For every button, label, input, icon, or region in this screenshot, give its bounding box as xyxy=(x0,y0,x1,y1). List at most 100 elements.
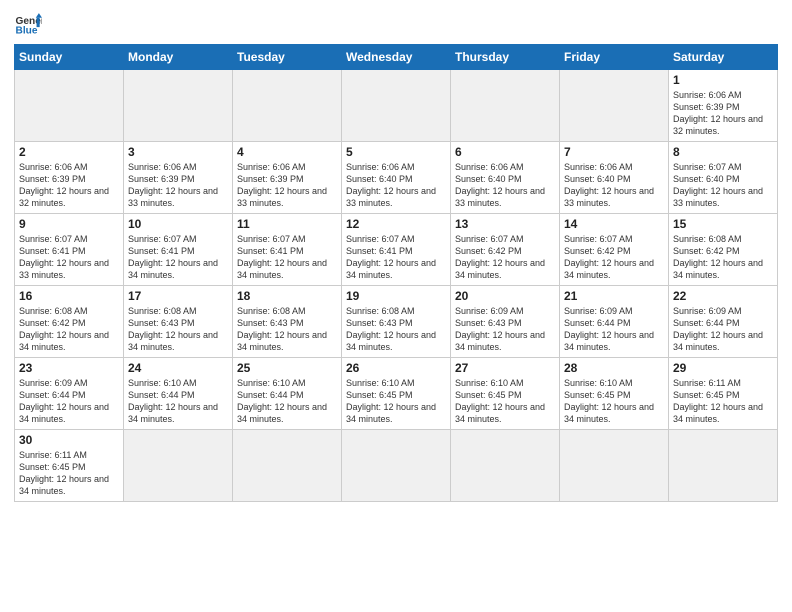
day-info: Sunrise: 6:10 AMSunset: 6:44 PMDaylight:… xyxy=(237,377,337,426)
day-info: Sunrise: 6:08 AMSunset: 6:43 PMDaylight:… xyxy=(346,305,446,354)
day-info: Sunrise: 6:08 AMSunset: 6:42 PMDaylight:… xyxy=(19,305,119,354)
day-number: 12 xyxy=(346,217,446,231)
day-info: Sunrise: 6:07 AMSunset: 6:41 PMDaylight:… xyxy=(19,233,119,282)
day-number: 6 xyxy=(455,145,555,159)
calendar-cell: 21 Sunrise: 6:09 AMSunset: 6:44 PMDayligh… xyxy=(560,286,669,358)
calendar-cell: 9 Sunrise: 6:07 AMSunset: 6:41 PMDaylight… xyxy=(15,214,124,286)
calendar-cell: 10 Sunrise: 6:07 AMSunset: 6:41 PMDayligh… xyxy=(124,214,233,286)
calendar-cell xyxy=(451,70,560,142)
day-number: 30 xyxy=(19,433,119,447)
day-number: 24 xyxy=(128,361,228,375)
col-header-saturday: Saturday xyxy=(669,45,778,70)
logo: General Blue xyxy=(14,10,46,38)
calendar-cell xyxy=(15,70,124,142)
day-info: Sunrise: 6:08 AMSunset: 6:42 PMDaylight:… xyxy=(673,233,773,282)
col-header-wednesday: Wednesday xyxy=(342,45,451,70)
day-number: 28 xyxy=(564,361,664,375)
day-number: 16 xyxy=(19,289,119,303)
calendar-cell: 19 Sunrise: 6:08 AMSunset: 6:43 PMDayligh… xyxy=(342,286,451,358)
col-header-sunday: Sunday xyxy=(15,45,124,70)
logo-icon: General Blue xyxy=(14,10,42,38)
calendar-cell: 14 Sunrise: 6:07 AMSunset: 6:42 PMDayligh… xyxy=(560,214,669,286)
day-info: Sunrise: 6:09 AMSunset: 6:44 PMDaylight:… xyxy=(19,377,119,426)
calendar-cell xyxy=(233,70,342,142)
day-number: 14 xyxy=(564,217,664,231)
calendar-cell: 6 Sunrise: 6:06 AMSunset: 6:40 PMDaylight… xyxy=(451,142,560,214)
day-info: Sunrise: 6:06 AMSunset: 6:40 PMDaylight:… xyxy=(346,161,446,210)
day-number: 4 xyxy=(237,145,337,159)
day-number: 21 xyxy=(564,289,664,303)
day-info: Sunrise: 6:08 AMSunset: 6:43 PMDaylight:… xyxy=(237,305,337,354)
calendar-cell: 3 Sunrise: 6:06 AMSunset: 6:39 PMDaylight… xyxy=(124,142,233,214)
day-number: 3 xyxy=(128,145,228,159)
calendar-cell: 11Sunrise: 6:07 AMSunset: 6:41 PMDayligh… xyxy=(233,214,342,286)
calendar-week-1: 2 Sunrise: 6:06 AMSunset: 6:39 PMDaylight… xyxy=(15,142,778,214)
day-number: 27 xyxy=(455,361,555,375)
day-info: Sunrise: 6:07 AMSunset: 6:40 PMDaylight:… xyxy=(673,161,773,210)
calendar-week-0: 1Sunrise: 6:06 AMSunset: 6:39 PMDaylight… xyxy=(15,70,778,142)
calendar-page: General Blue SundayMondayTuesdayWednesda… xyxy=(0,0,792,612)
day-info: Sunrise: 6:09 AMSunset: 6:44 PMDaylight:… xyxy=(564,305,664,354)
day-number: 1 xyxy=(673,73,773,87)
calendar-cell: 25 Sunrise: 6:10 AMSunset: 6:44 PMDayligh… xyxy=(233,358,342,430)
day-info: Sunrise: 6:09 AMSunset: 6:44 PMDaylight:… xyxy=(673,305,773,354)
day-info: Sunrise: 6:10 AMSunset: 6:45 PMDaylight:… xyxy=(455,377,555,426)
calendar-cell: 8 Sunrise: 6:07 AMSunset: 6:40 PMDaylight… xyxy=(669,142,778,214)
day-number: 5 xyxy=(346,145,446,159)
header: General Blue xyxy=(14,10,778,38)
day-number: 8 xyxy=(673,145,773,159)
day-info: Sunrise: 6:06 AMSunset: 6:40 PMDaylight:… xyxy=(455,161,555,210)
day-number: 10 xyxy=(128,217,228,231)
day-info: Sunrise: 6:07 AMSunset: 6:41 PMDaylight:… xyxy=(346,233,446,282)
day-info: Sunrise: 6:11 AMSunset: 6:45 PMDaylight:… xyxy=(673,377,773,426)
day-info: Sunrise: 6:11 AMSunset: 6:45 PMDaylight:… xyxy=(19,449,119,498)
day-number: 25 xyxy=(237,361,337,375)
calendar-cell: 2 Sunrise: 6:06 AMSunset: 6:39 PMDaylight… xyxy=(15,142,124,214)
calendar-table: SundayMondayTuesdayWednesdayThursdayFrid… xyxy=(14,44,778,502)
day-number: 15 xyxy=(673,217,773,231)
day-info: Sunrise: 6:06 AMSunset: 6:39 PMDaylight:… xyxy=(19,161,119,210)
day-info: Sunrise: 6:10 AMSunset: 6:45 PMDaylight:… xyxy=(564,377,664,426)
calendar-cell xyxy=(233,430,342,502)
day-info: Sunrise: 6:07 AMSunset: 6:42 PMDaylight:… xyxy=(455,233,555,282)
day-info: Sunrise: 6:10 AMSunset: 6:45 PMDaylight:… xyxy=(346,377,446,426)
calendar-cell: 28 Sunrise: 6:10 AMSunset: 6:45 PMDayligh… xyxy=(560,358,669,430)
header-row: SundayMondayTuesdayWednesdayThursdayFrid… xyxy=(15,45,778,70)
day-number: 26 xyxy=(346,361,446,375)
calendar-cell: 16 Sunrise: 6:08 AMSunset: 6:42 PMDayligh… xyxy=(15,286,124,358)
calendar-cell: 12 Sunrise: 6:07 AMSunset: 6:41 PMDayligh… xyxy=(342,214,451,286)
calendar-cell: 26 Sunrise: 6:10 AMSunset: 6:45 PMDayligh… xyxy=(342,358,451,430)
col-header-monday: Monday xyxy=(124,45,233,70)
calendar-cell xyxy=(451,430,560,502)
day-number: 9 xyxy=(19,217,119,231)
day-info: Sunrise: 6:07 AMSunset: 6:42 PMDaylight:… xyxy=(564,233,664,282)
day-number: 2 xyxy=(19,145,119,159)
calendar-week-2: 9 Sunrise: 6:07 AMSunset: 6:41 PMDaylight… xyxy=(15,214,778,286)
calendar-cell: 15 Sunrise: 6:08 AMSunset: 6:42 PMDayligh… xyxy=(669,214,778,286)
col-header-tuesday: Tuesday xyxy=(233,45,342,70)
day-number: 20 xyxy=(455,289,555,303)
calendar-cell: 17Sunrise: 6:08 AMSunset: 6:43 PMDayligh… xyxy=(124,286,233,358)
day-number: 29 xyxy=(673,361,773,375)
day-info: Sunrise: 6:09 AMSunset: 6:43 PMDaylight:… xyxy=(455,305,555,354)
day-info: Sunrise: 6:06 AMSunset: 6:39 PMDaylight:… xyxy=(128,161,228,210)
day-info: Sunrise: 6:06 AMSunset: 6:40 PMDaylight:… xyxy=(564,161,664,210)
day-number: 13 xyxy=(455,217,555,231)
day-number: 18 xyxy=(237,289,337,303)
calendar-cell: 4 Sunrise: 6:06 AMSunset: 6:39 PMDaylight… xyxy=(233,142,342,214)
col-header-friday: Friday xyxy=(560,45,669,70)
calendar-week-4: 23Sunrise: 6:09 AMSunset: 6:44 PMDayligh… xyxy=(15,358,778,430)
calendar-week-5: 30 Sunrise: 6:11 AMSunset: 6:45 PMDayligh… xyxy=(15,430,778,502)
calendar-cell: 24 Sunrise: 6:10 AMSunset: 6:44 PMDayligh… xyxy=(124,358,233,430)
day-info: Sunrise: 6:07 AMSunset: 6:41 PMDaylight:… xyxy=(237,233,337,282)
day-info: Sunrise: 6:06 AMSunset: 6:39 PMDaylight:… xyxy=(237,161,337,210)
calendar-cell xyxy=(560,70,669,142)
calendar-cell: 20 Sunrise: 6:09 AMSunset: 6:43 PMDayligh… xyxy=(451,286,560,358)
day-number: 19 xyxy=(346,289,446,303)
calendar-cell xyxy=(124,70,233,142)
calendar-cell: 27 Sunrise: 6:10 AMSunset: 6:45 PMDayligh… xyxy=(451,358,560,430)
svg-text:Blue: Blue xyxy=(16,25,38,36)
day-info: Sunrise: 6:10 AMSunset: 6:44 PMDaylight:… xyxy=(128,377,228,426)
calendar-cell: 7Sunrise: 6:06 AMSunset: 6:40 PMDaylight… xyxy=(560,142,669,214)
day-info: Sunrise: 6:07 AMSunset: 6:41 PMDaylight:… xyxy=(128,233,228,282)
